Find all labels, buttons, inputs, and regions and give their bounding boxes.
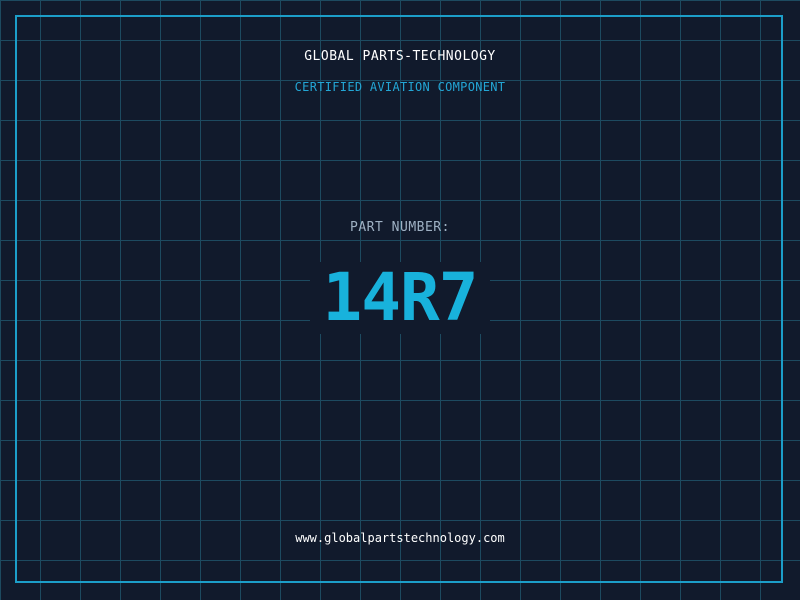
label-canvas: GLOBAL PARTS-TECHNOLOGY CERTIFIED AVIATI…: [0, 0, 800, 600]
brand-name: GLOBAL PARTS-TECHNOLOGY: [304, 49, 496, 64]
part-number-label: PART NUMBER:: [350, 220, 450, 235]
part-number-value: 14R7: [322, 259, 479, 336]
brand-tagline: CERTIFIED AVIATION COMPONENT: [294, 80, 506, 94]
website-url: www.globalpartstechnology.com: [295, 531, 505, 545]
